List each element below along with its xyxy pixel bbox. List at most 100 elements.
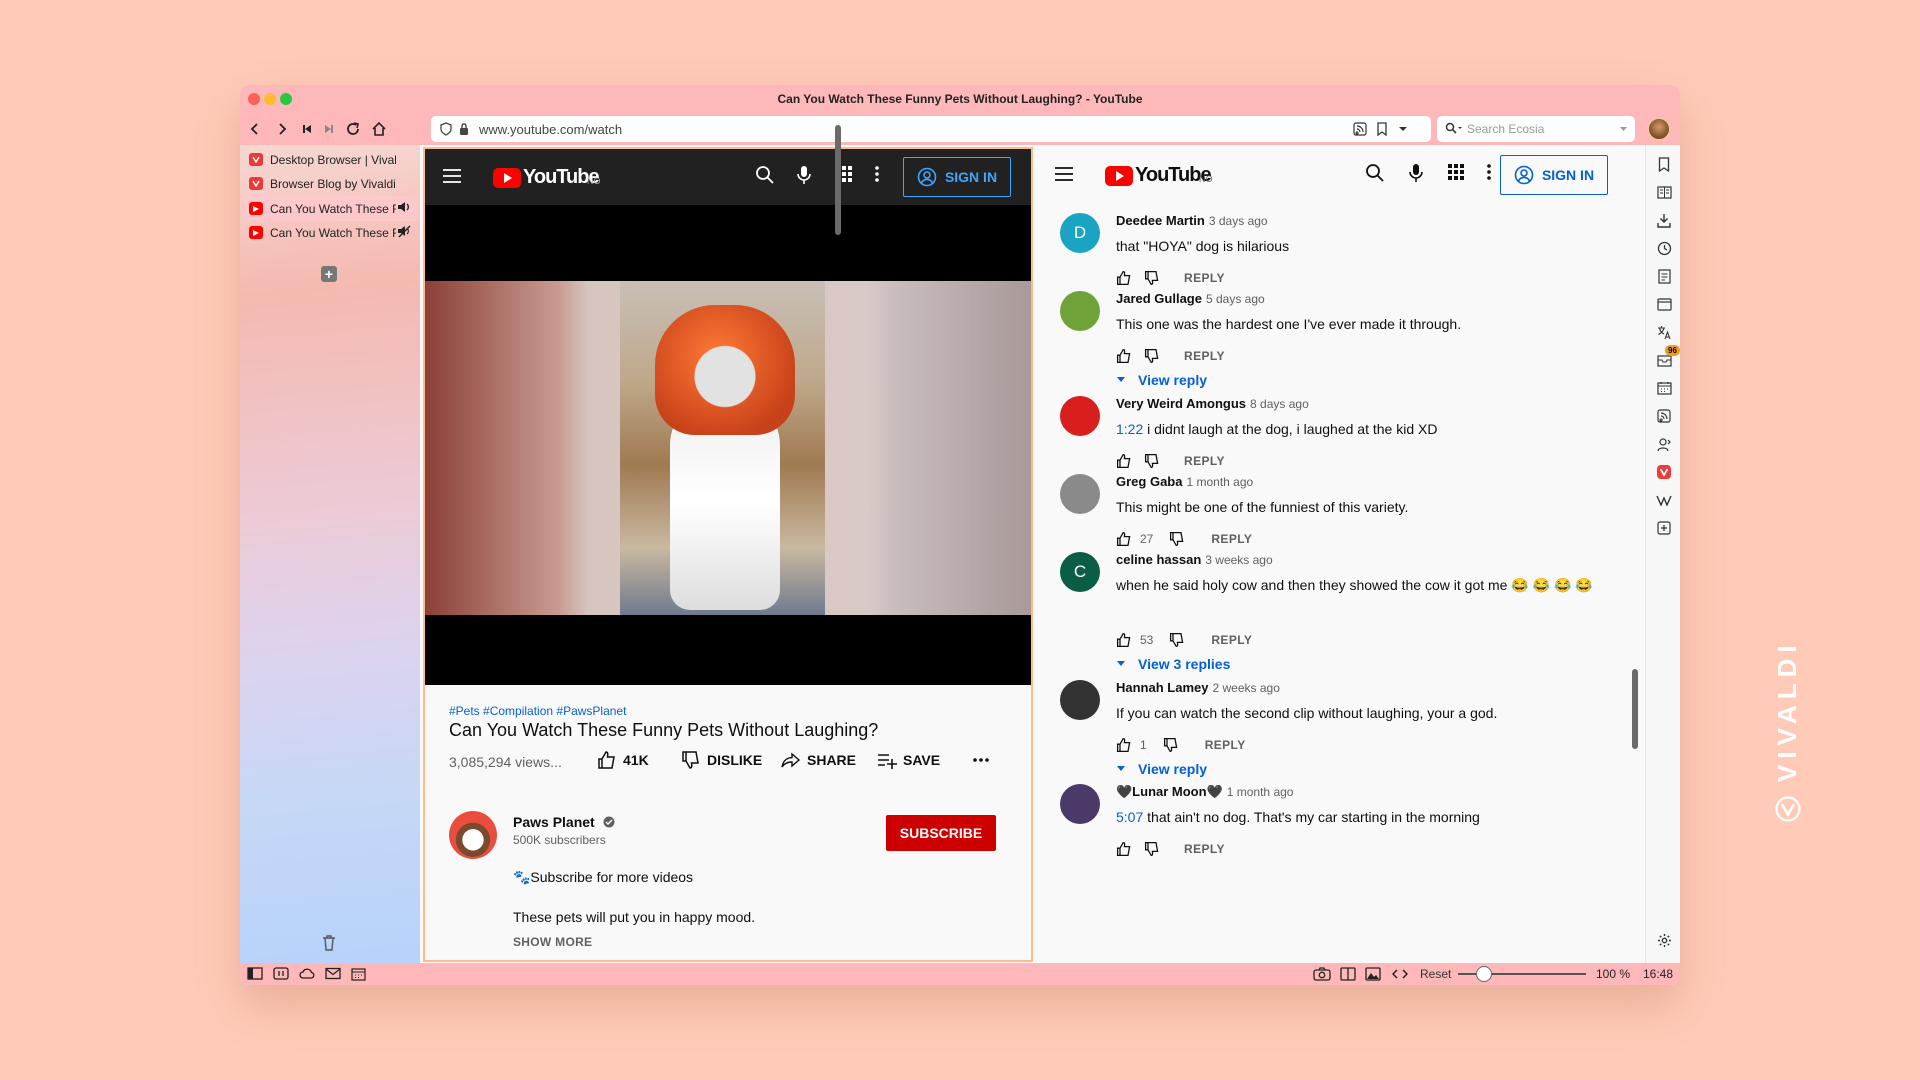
comment-like-button[interactable] — [1116, 737, 1132, 753]
comment-author[interactable]: Greg Gaba — [1116, 474, 1182, 489]
history-panel-button[interactable] — [1655, 239, 1673, 257]
comment-dislike-button[interactable] — [1144, 841, 1160, 857]
bookmark-icon[interactable] — [1376, 122, 1388, 136]
comment-like-button[interactable] — [1116, 841, 1132, 857]
comment-time[interactable]: 3 weeks ago — [1205, 553, 1272, 567]
translate-panel-button[interactable] — [1655, 323, 1673, 341]
commenter-avatar[interactable] — [1060, 784, 1100, 824]
mail-status-icon[interactable] — [325, 967, 341, 980]
comment-dislike-button[interactable] — [1163, 737, 1179, 753]
comment-dislike-button[interactable] — [1144, 270, 1160, 286]
more-horizontal-icon[interactable] — [973, 758, 989, 762]
subscribe-button[interactable]: SUBSCRIBE — [886, 815, 996, 851]
commenter-avatar[interactable]: D — [1060, 213, 1100, 253]
back-button[interactable] — [244, 118, 266, 140]
comment-time[interactable]: 8 days ago — [1250, 397, 1309, 411]
comment-like-button[interactable] — [1116, 531, 1132, 547]
comment-reply-button[interactable]: REPLY — [1184, 454, 1225, 468]
comment-reply-button[interactable]: REPLY — [1184, 842, 1225, 856]
apps-grid-icon[interactable] — [1447, 163, 1465, 181]
tab-item[interactable]: Can You Watch These Funny Pets — [243, 220, 417, 245]
comment-time[interactable]: 1 month ago — [1227, 785, 1294, 799]
contacts-panel-button[interactable] — [1655, 435, 1673, 453]
new-tab-button[interactable]: + — [321, 266, 337, 282]
tab-item[interactable]: Desktop Browser | Vivaldi Browser — [243, 147, 417, 172]
comment-author[interactable]: Jared Gullage — [1116, 291, 1202, 306]
sign-in-button[interactable]: SIGN IN — [903, 157, 1011, 197]
search-icon[interactable] — [1365, 163, 1385, 183]
chevron-down-icon[interactable] — [1619, 126, 1628, 132]
home-button[interactable] — [368, 118, 390, 140]
menu-icon[interactable] — [1055, 167, 1073, 181]
forward-button[interactable] — [271, 118, 293, 140]
channel-name[interactable]: Paws Planet — [513, 814, 615, 830]
search-icon[interactable] — [755, 165, 775, 185]
dislike-button[interactable]: DISLIKE — [681, 750, 762, 770]
comment-time[interactable]: 2 weeks ago — [1212, 681, 1279, 695]
tab-item[interactable]: Browser Blog by Vivaldi - News — [243, 171, 417, 196]
view-replies-button[interactable]: View reply — [1116, 372, 1207, 388]
microphone-icon[interactable] — [797, 165, 811, 185]
comment-like-button[interactable] — [1116, 348, 1132, 364]
comment-reply-button[interactable]: REPLY — [1211, 532, 1252, 546]
comment-author[interactable]: Hannah Lamey — [1116, 680, 1208, 695]
comment-author[interactable]: 🖤Lunar Moon🖤 — [1116, 784, 1223, 799]
rewind-button[interactable] — [296, 118, 318, 140]
reading-list-panel-button[interactable] — [1655, 183, 1673, 201]
youtube-logo[interactable]: YouTube NO — [493, 166, 601, 189]
muted-speaker-icon[interactable] — [397, 224, 411, 241]
comment-dislike-button[interactable] — [1144, 348, 1160, 364]
channel-avatar[interactable] — [449, 811, 497, 859]
video-player[interactable] — [425, 205, 1031, 685]
show-more-button[interactable]: SHOW MORE — [513, 935, 592, 949]
tab-tiling-icon[interactable] — [273, 967, 289, 980]
comment-like-button[interactable] — [1116, 453, 1132, 469]
comment-time[interactable]: 1 month ago — [1186, 475, 1253, 489]
comment-dislike-button[interactable] — [1144, 453, 1160, 469]
bookmarks-panel-button[interactable] — [1655, 155, 1673, 173]
comment-time[interactable]: 5 days ago — [1206, 292, 1265, 306]
commenter-avatar[interactable] — [1060, 396, 1100, 436]
user-avatar[interactable] — [1647, 117, 1671, 141]
right-pane-scrollbar[interactable] — [1632, 669, 1638, 749]
commenter-avatar[interactable] — [1060, 474, 1100, 514]
notes-panel-button[interactable] — [1655, 267, 1673, 285]
camera-icon[interactable] — [1313, 967, 1331, 981]
comment-timestamp-link[interactable]: 5:07 — [1116, 809, 1143, 825]
comment-reply-button[interactable]: REPLY — [1205, 738, 1246, 752]
view-replies-button[interactable]: View 3 replies — [1116, 656, 1230, 672]
comment-author[interactable]: Very Weird Amongus — [1116, 396, 1246, 411]
url-field[interactable]: www.youtube.com/watch — [431, 116, 1431, 142]
youtube-logo[interactable]: YouTube NO — [1105, 164, 1213, 187]
speaker-icon[interactable] — [397, 200, 411, 217]
add-panel-button[interactable] — [1655, 519, 1673, 537]
share-button[interactable]: SHARE — [781, 750, 856, 770]
search-engine-icon[interactable] — [1445, 122, 1463, 136]
trash-icon[interactable] — [322, 935, 336, 951]
comment-author[interactable]: Deedee Martin — [1116, 213, 1205, 228]
tab-item[interactable]: Can You Watch These Funny Pets — [243, 196, 417, 221]
reload-button[interactable] — [342, 118, 364, 140]
more-vertical-icon[interactable] — [1486, 163, 1492, 181]
comment-timestamp-link[interactable]: 1:22 — [1116, 421, 1143, 437]
microphone-icon[interactable] — [1409, 163, 1423, 183]
comment-dislike-button[interactable] — [1169, 632, 1185, 648]
video-tags[interactable]: #Pets #Compilation #PawsPlanet — [449, 704, 1009, 718]
comment-like-button[interactable] — [1116, 270, 1132, 286]
calendar-panel-button[interactable] — [1655, 379, 1673, 397]
panel-toggle-icon[interactable] — [247, 967, 263, 980]
comment-reply-button[interactable]: REPLY — [1184, 349, 1225, 363]
calendar-status-icon[interactable] — [351, 967, 366, 981]
zoom-reset-button[interactable]: Reset — [1420, 967, 1451, 981]
comment-reply-button[interactable]: REPLY — [1184, 271, 1225, 285]
comment-time[interactable]: 3 days ago — [1209, 214, 1268, 228]
commenter-avatar[interactable]: C — [1060, 552, 1100, 592]
downloads-panel-button[interactable] — [1655, 211, 1673, 229]
page-tiling-icon[interactable] — [1340, 967, 1356, 981]
chevron-down-icon[interactable] — [1398, 126, 1408, 132]
wikipedia-panel-button[interactable] — [1655, 491, 1673, 509]
zoom-slider-handle[interactable] — [1476, 966, 1492, 982]
comment-dislike-button[interactable] — [1169, 531, 1185, 547]
comment-like-button[interactable] — [1116, 632, 1132, 648]
sign-in-button[interactable]: SIGN IN — [1500, 155, 1608, 195]
